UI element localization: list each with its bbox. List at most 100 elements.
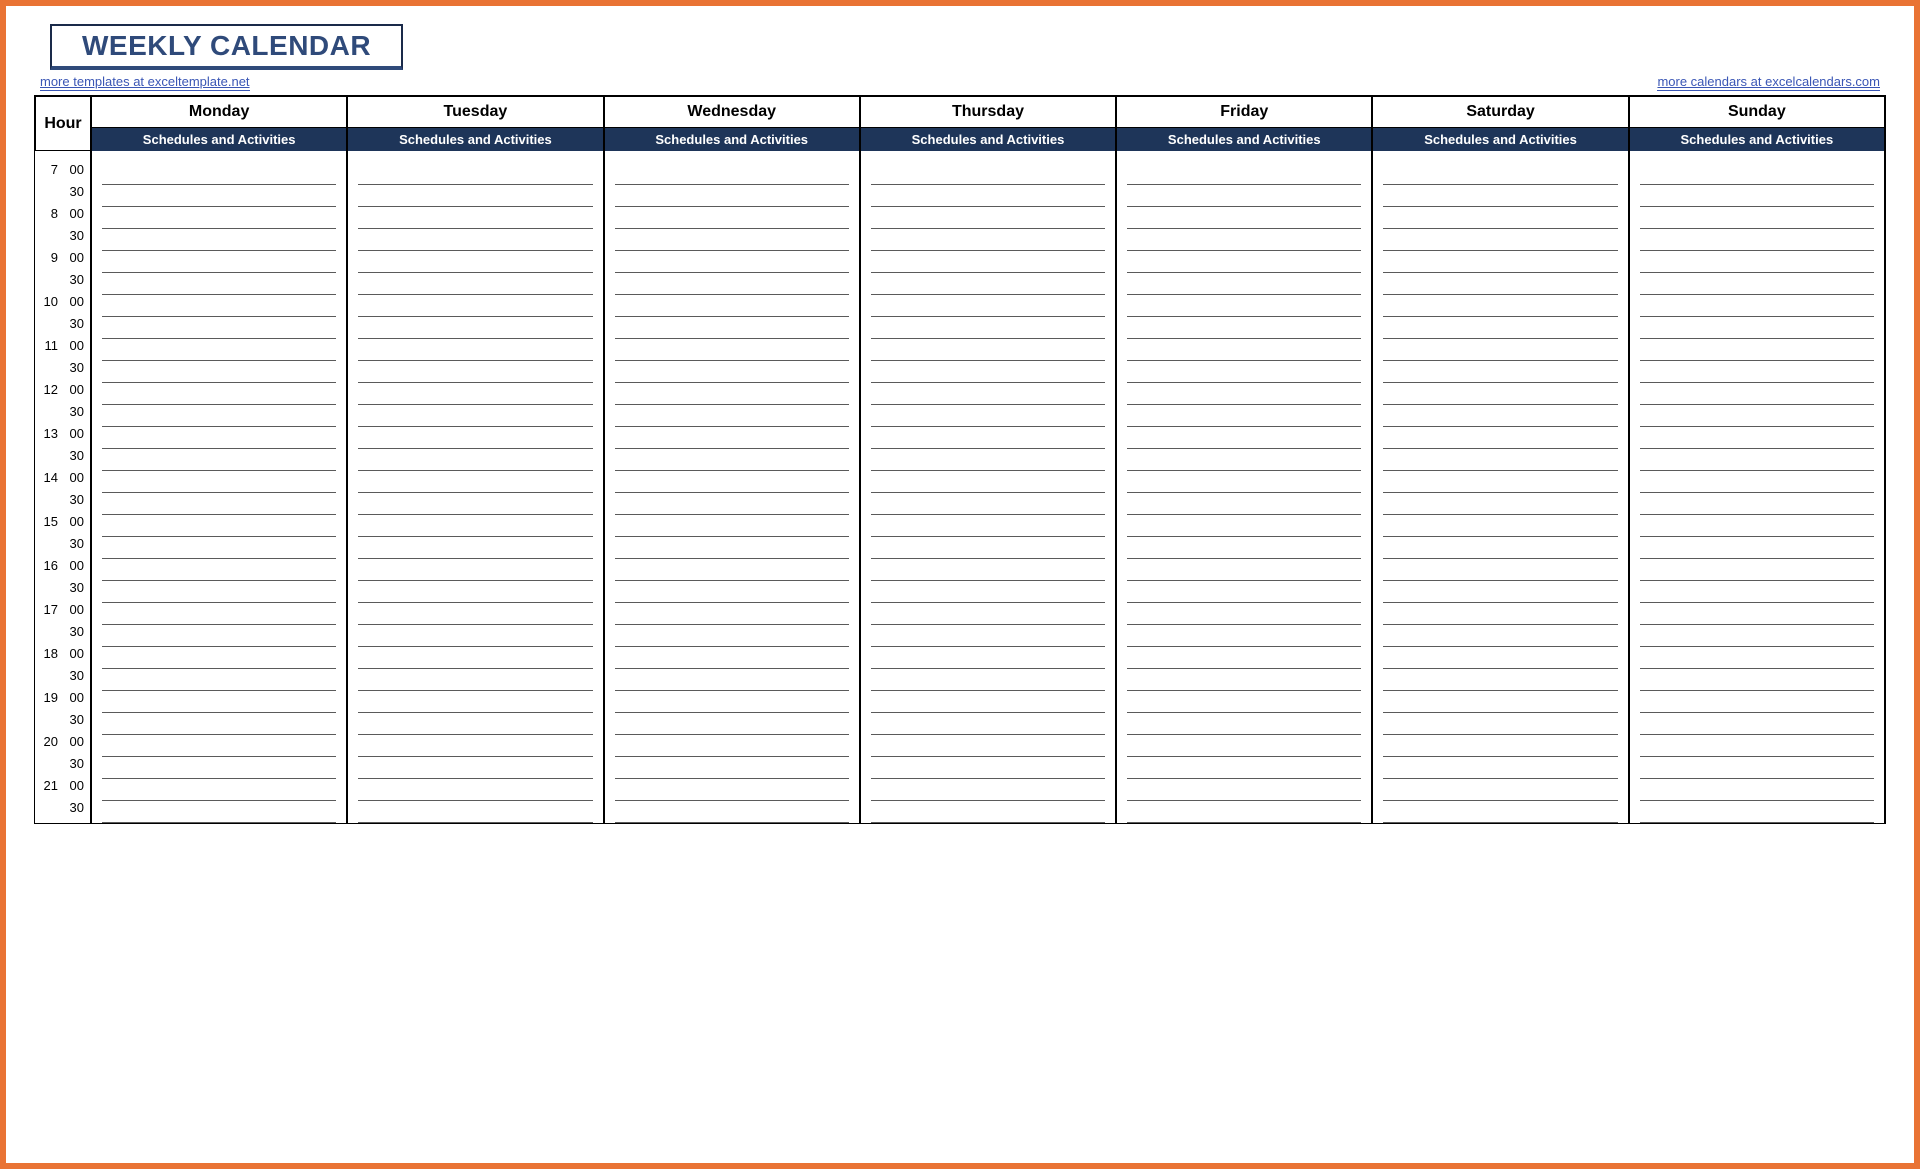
schedule-slot[interactable] <box>102 405 336 427</box>
schedule-slot[interactable] <box>102 603 336 625</box>
schedule-slot[interactable] <box>1383 757 1617 779</box>
schedule-slot[interactable] <box>1640 625 1874 647</box>
schedule-slot[interactable] <box>871 361 1105 383</box>
schedule-slot[interactable] <box>1127 471 1361 493</box>
schedule-slot[interactable] <box>871 779 1105 801</box>
schedule-slot[interactable] <box>358 559 592 581</box>
schedule-slot[interactable] <box>102 229 336 251</box>
schedule-slot[interactable] <box>615 361 849 383</box>
schedule-slot[interactable] <box>1640 251 1874 273</box>
schedule-slot[interactable] <box>102 515 336 537</box>
schedule-slot[interactable] <box>1127 229 1361 251</box>
schedule-slot[interactable] <box>358 229 592 251</box>
schedule-slot[interactable] <box>1640 581 1874 603</box>
day-cell-saturday[interactable] <box>1372 151 1628 823</box>
schedule-slot[interactable] <box>102 273 336 295</box>
schedule-slot[interactable] <box>1127 273 1361 295</box>
schedule-slot[interactable] <box>1127 801 1361 823</box>
schedule-slot[interactable] <box>1127 339 1361 361</box>
schedule-slot[interactable] <box>1127 603 1361 625</box>
schedule-slot[interactable] <box>871 603 1105 625</box>
schedule-slot[interactable] <box>102 339 336 361</box>
schedule-slot[interactable] <box>1383 185 1617 207</box>
schedule-slot[interactable] <box>1640 427 1874 449</box>
day-cell-friday[interactable] <box>1116 151 1372 823</box>
schedule-slot[interactable] <box>102 317 336 339</box>
schedule-slot[interactable] <box>358 317 592 339</box>
schedule-slot[interactable] <box>358 713 592 735</box>
schedule-slot[interactable] <box>871 449 1105 471</box>
schedule-slot[interactable] <box>1640 669 1874 691</box>
schedule-slot[interactable] <box>1127 779 1361 801</box>
schedule-slot[interactable] <box>871 515 1105 537</box>
schedule-slot[interactable] <box>358 449 592 471</box>
schedule-slot[interactable] <box>1640 207 1874 229</box>
schedule-slot[interactable] <box>615 427 849 449</box>
schedule-slot[interactable] <box>1640 405 1874 427</box>
schedule-slot[interactable] <box>1127 405 1361 427</box>
schedule-slot[interactable] <box>358 757 592 779</box>
schedule-slot[interactable] <box>615 295 849 317</box>
day-cell-thursday[interactable] <box>860 151 1116 823</box>
schedule-slot[interactable] <box>358 427 592 449</box>
schedule-slot[interactable] <box>1640 383 1874 405</box>
schedule-slot[interactable] <box>871 691 1105 713</box>
schedule-slot[interactable] <box>358 185 592 207</box>
schedule-slot[interactable] <box>615 273 849 295</box>
schedule-slot[interactable] <box>1383 383 1617 405</box>
schedule-slot[interactable] <box>102 581 336 603</box>
schedule-slot[interactable] <box>615 229 849 251</box>
schedule-slot[interactable] <box>1127 251 1361 273</box>
schedule-slot[interactable] <box>615 515 849 537</box>
schedule-slot[interactable] <box>1640 603 1874 625</box>
schedule-slot[interactable] <box>1383 207 1617 229</box>
schedule-slot[interactable] <box>1640 493 1874 515</box>
schedule-slot[interactable] <box>615 493 849 515</box>
schedule-slot[interactable] <box>615 801 849 823</box>
schedule-slot[interactable] <box>358 295 592 317</box>
schedule-slot[interactable] <box>358 581 592 603</box>
schedule-slot[interactable] <box>615 537 849 559</box>
schedule-slot[interactable] <box>1640 339 1874 361</box>
schedule-slot[interactable] <box>358 647 592 669</box>
schedule-slot[interactable] <box>1383 603 1617 625</box>
schedule-slot[interactable] <box>871 559 1105 581</box>
schedule-slot[interactable] <box>1640 317 1874 339</box>
schedule-slot[interactable] <box>358 273 592 295</box>
schedule-slot[interactable] <box>1383 471 1617 493</box>
schedule-slot[interactable] <box>615 339 849 361</box>
schedule-slot[interactable] <box>1127 691 1361 713</box>
schedule-slot[interactable] <box>615 449 849 471</box>
schedule-slot[interactable] <box>1640 273 1874 295</box>
schedule-slot[interactable] <box>871 625 1105 647</box>
schedule-slot[interactable] <box>102 185 336 207</box>
schedule-slot[interactable] <box>1640 691 1874 713</box>
schedule-slot[interactable] <box>1640 361 1874 383</box>
day-cell-tuesday[interactable] <box>347 151 603 823</box>
schedule-slot[interactable] <box>615 757 849 779</box>
schedule-slot[interactable] <box>615 559 849 581</box>
schedule-slot[interactable] <box>1127 669 1361 691</box>
schedule-slot[interactable] <box>871 427 1105 449</box>
schedule-slot[interactable] <box>1640 229 1874 251</box>
schedule-slot[interactable] <box>615 713 849 735</box>
schedule-slot[interactable] <box>1383 493 1617 515</box>
schedule-slot[interactable] <box>358 207 592 229</box>
schedule-slot[interactable] <box>1127 515 1361 537</box>
schedule-slot[interactable] <box>871 757 1105 779</box>
schedule-slot[interactable] <box>102 779 336 801</box>
schedule-slot[interactable] <box>1640 515 1874 537</box>
schedule-slot[interactable] <box>1127 207 1361 229</box>
schedule-slot[interactable] <box>615 581 849 603</box>
schedule-slot[interactable] <box>102 383 336 405</box>
schedule-slot[interactable] <box>1127 383 1361 405</box>
schedule-slot[interactable] <box>1127 361 1361 383</box>
schedule-slot[interactable] <box>1127 185 1361 207</box>
schedule-slot[interactable] <box>615 625 849 647</box>
schedule-slot[interactable] <box>615 647 849 669</box>
schedule-slot[interactable] <box>871 405 1105 427</box>
schedule-slot[interactable] <box>1383 361 1617 383</box>
schedule-slot[interactable] <box>1640 537 1874 559</box>
schedule-slot[interactable] <box>615 405 849 427</box>
schedule-slot[interactable] <box>871 207 1105 229</box>
